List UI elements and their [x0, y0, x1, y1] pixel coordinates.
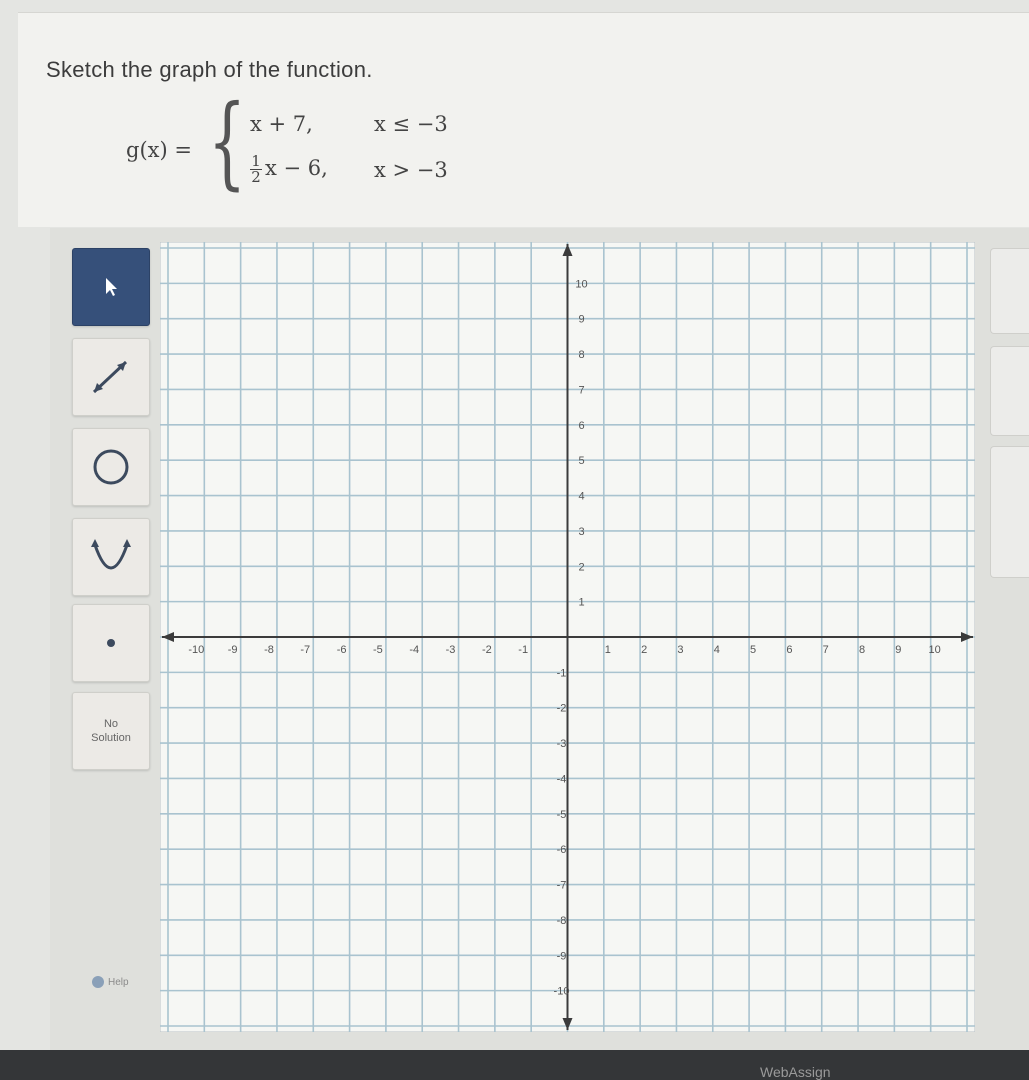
y-tick-label: -5 [557, 809, 567, 821]
point-dot-icon [107, 639, 115, 647]
no-solution-button[interactable]: No Solution [72, 692, 150, 770]
x-tick-label: 10 [929, 644, 941, 656]
x-tick-label: 2 [641, 644, 647, 656]
y-tick-label: 3 [578, 526, 584, 538]
side-tab-2[interactable] [990, 346, 1029, 436]
y-tick-label: -6 [557, 844, 567, 856]
parabola-tool-button[interactable] [72, 518, 150, 596]
piece-1-condition: x ≤ −3 [374, 112, 448, 136]
x-tick-label: 7 [823, 644, 829, 656]
circle-icon [93, 449, 129, 485]
line-tool-button[interactable] [72, 338, 150, 416]
y-tick-label: 5 [578, 455, 584, 467]
x-tick-label: -5 [373, 644, 383, 656]
piece-2-expression: 1 2 x − 6, [250, 152, 328, 186]
y-tick-label: 6 [578, 420, 584, 432]
x-tick-label: 4 [714, 644, 720, 656]
coordinate-graph[interactable]: -10 -9 -8 -7 -6 -5 -4 -3 -2 -1 1 2 3 4 5 6 7 8 9 10 10 9 8 7 6 5… [160, 242, 975, 1032]
x-tick-label: 9 [895, 644, 901, 656]
circle-tool-button[interactable] [72, 428, 150, 506]
y-tick-label: 10 [575, 278, 587, 290]
y-tick-label: -9 [557, 950, 567, 962]
y-tick-label: -4 [557, 773, 567, 785]
x-tick-label: 5 [750, 644, 756, 656]
y-tick-label: -1 [557, 667, 567, 679]
help-icon [92, 976, 104, 988]
help-link[interactable]: Help [92, 976, 129, 988]
tool-panel: No Solution [60, 240, 170, 1020]
y-tick-label: 1 [578, 597, 584, 609]
x-tick-label: -7 [300, 644, 310, 656]
x-tick-label: -6 [337, 644, 347, 656]
x-tick-label: 8 [859, 644, 865, 656]
x-tick-label: 6 [786, 644, 792, 656]
piece-2-coefficient: 1 2 [250, 152, 262, 186]
x-tick-label: 1 [605, 644, 611, 656]
x-tick-label: -9 [228, 644, 238, 656]
x-tick-label: -3 [446, 644, 456, 656]
question-prompt: Sketch the graph of the function. [46, 57, 373, 82]
y-tick-label: -10 [554, 986, 570, 998]
y-tick-label: 4 [578, 491, 584, 503]
x-tick-label: -10 [188, 644, 204, 656]
y-tick-label: 9 [578, 314, 584, 326]
y-tick-label: -2 [557, 703, 567, 715]
x-tick-label: -2 [482, 644, 492, 656]
x-tick-label: -4 [409, 644, 419, 656]
x-tick-label: -1 [518, 644, 528, 656]
x-tick-label: 3 [677, 644, 683, 656]
line-segment-icon [92, 360, 128, 394]
piece-2-condition: x > −3 [374, 158, 448, 182]
y-tick-label: -7 [557, 880, 567, 892]
point-tool-button[interactable] [72, 604, 150, 682]
side-tab-3[interactable] [990, 446, 1029, 578]
y-tick-label: 7 [578, 384, 584, 396]
side-tab-1[interactable] [990, 248, 1029, 334]
x-tick-label: -8 [264, 644, 274, 656]
y-tick-label: -8 [557, 915, 567, 927]
pointer-tool-button[interactable] [72, 248, 150, 326]
y-tick-label: 8 [578, 349, 584, 361]
piecewise-brace: { [208, 83, 247, 200]
y-tick-label: -3 [557, 738, 567, 750]
piece-1-expression: x + 7, [250, 112, 313, 136]
footer-bar: WebAssign [0, 1050, 1029, 1080]
parabola-icon [91, 539, 131, 570]
y-tick-label: 2 [578, 561, 584, 573]
cursor-arrow-icon [106, 278, 117, 296]
piecewise-function: g(x) = { x + 7, x ≤ −3 1 2 x − 6, x > −3 [126, 92, 526, 216]
footer-brand: WebAssign [760, 1064, 831, 1080]
function-name: g(x) = [126, 138, 192, 162]
